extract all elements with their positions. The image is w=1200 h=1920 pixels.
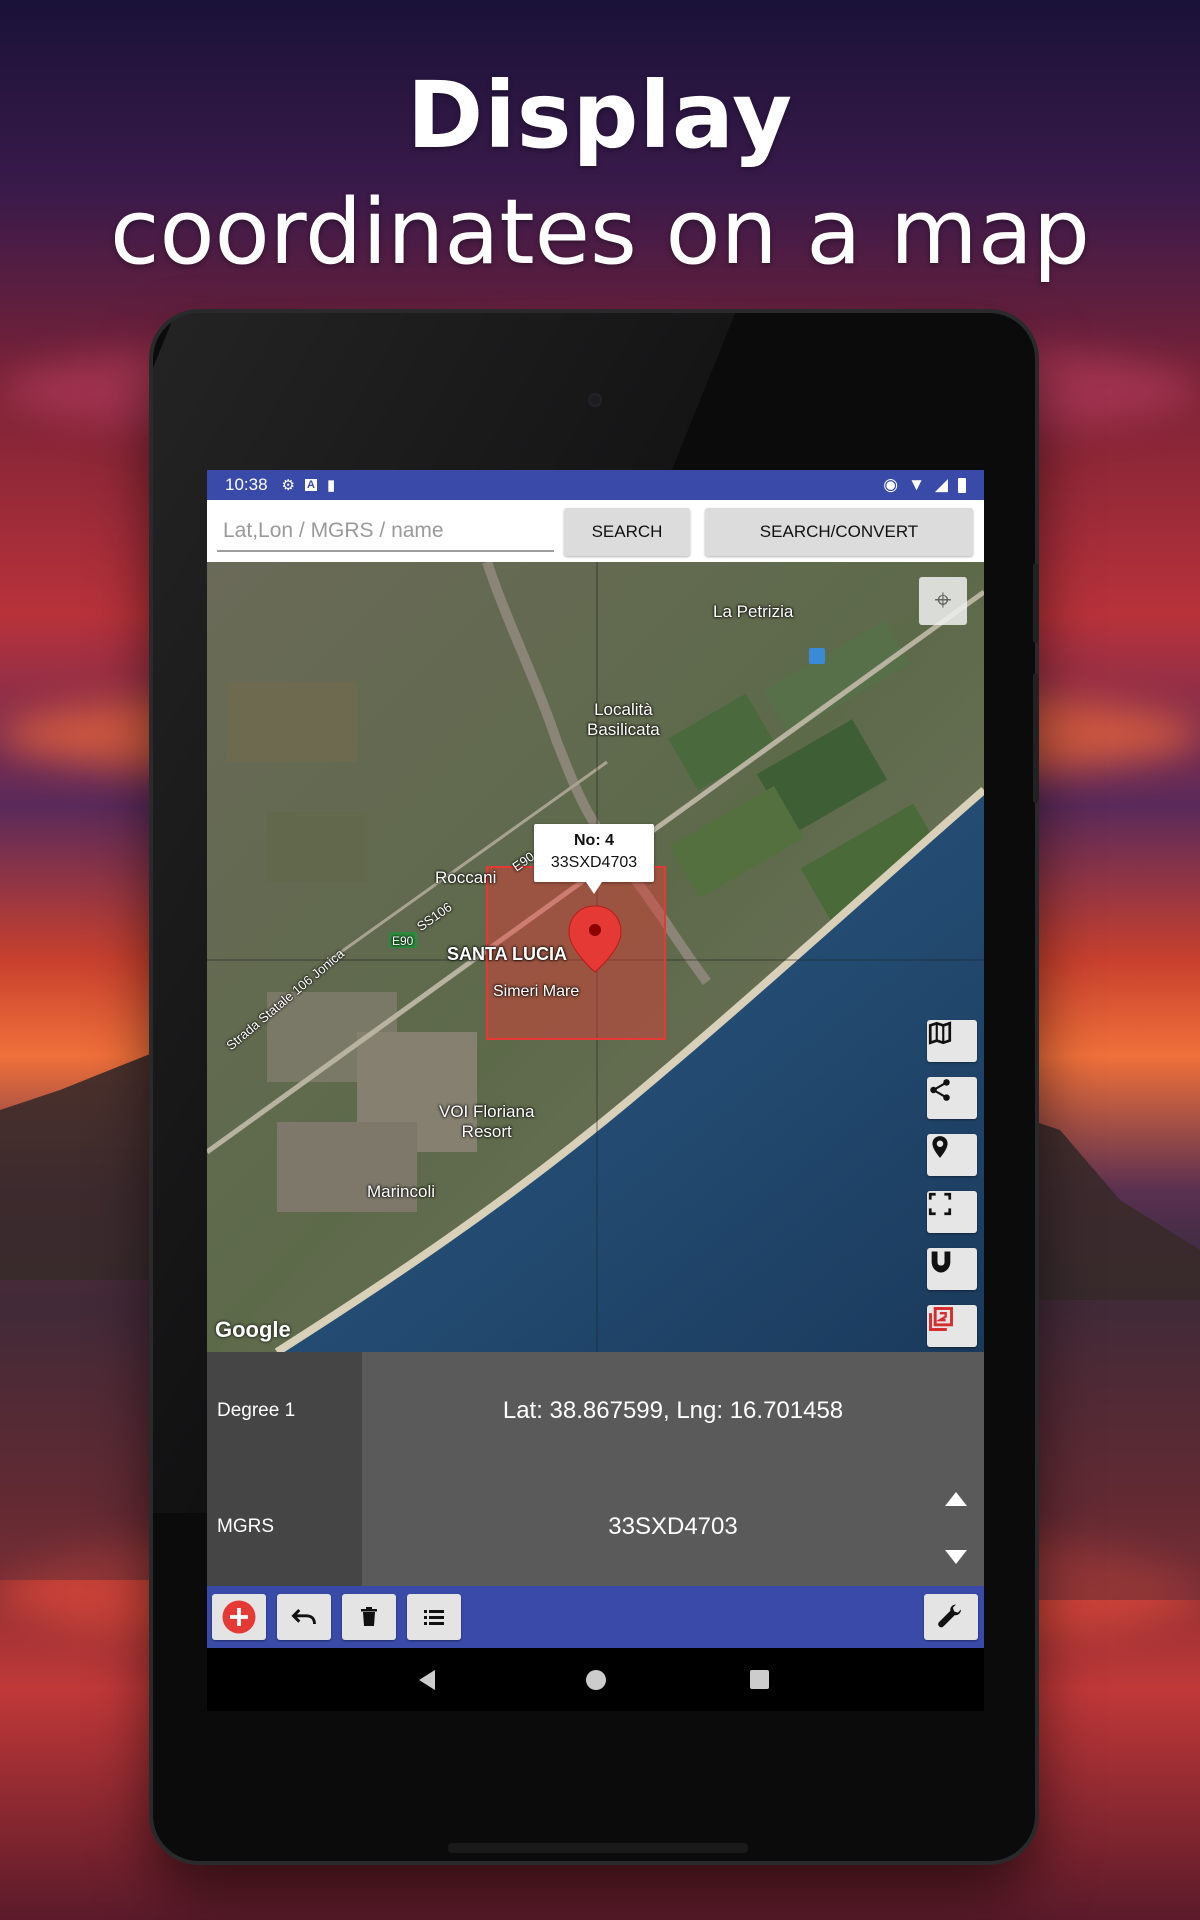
place-marker-icon — [932, 1136, 948, 1158]
degree-label: Degree 1 — [217, 1400, 296, 1421]
magnet-button[interactable] — [927, 1248, 977, 1290]
coordinate-label-column — [207, 1352, 362, 1586]
map-type-icon — [928, 1021, 952, 1045]
bottom-toolbar — [207, 1586, 984, 1648]
add-icon — [222, 1600, 256, 1634]
layers-button[interactable] — [927, 1305, 977, 1347]
marker-mgrs: 33SXD4703 — [550, 854, 638, 871]
front-camera — [588, 393, 602, 407]
coordinate-panel: Degree 1 Lat: 38.867599, Lng: 16.701458 … — [207, 1352, 984, 1586]
share-button[interactable] — [927, 1077, 977, 1119]
mgrs-value[interactable]: 33SXD4703 — [362, 1513, 984, 1541]
fullscreen-icon — [928, 1192, 952, 1216]
fullscreen-button[interactable] — [927, 1191, 977, 1233]
back-icon[interactable] — [419, 1670, 435, 1690]
list-icon — [424, 1610, 444, 1625]
my-location-button[interactable]: ⌖ — [919, 577, 967, 625]
place-santa-lucia: SANTA LUCIA — [447, 944, 567, 964]
place-marker-button[interactable] — [927, 1134, 977, 1176]
signal-icon: ◢ — [934, 475, 948, 494]
layers-icon — [929, 1307, 953, 1331]
home-icon[interactable] — [586, 1670, 606, 1690]
search-button[interactable]: SEARCH — [564, 508, 690, 556]
battery-icon — [958, 477, 966, 493]
wifi-icon: ▼ — [908, 475, 925, 494]
search-bar: SEARCH SEARCH/CONVERT — [207, 500, 984, 562]
road-e90-b: E90 — [392, 934, 414, 948]
status-time: 10:38 — [225, 475, 268, 494]
settings-icon: ⚙ — [281, 477, 295, 494]
app-screen: 10:38 ⚙ A ▮ ◉ ▼ ◢ SEARCH SEARCH/CONVERT — [207, 470, 984, 1711]
delete-button[interactable] — [342, 1594, 396, 1640]
magnet-icon — [931, 1251, 951, 1273]
scroll-down-arrow[interactable] — [945, 1550, 967, 1564]
undo-icon — [291, 1608, 316, 1625]
scroll-up-arrow[interactable] — [945, 1492, 967, 1506]
location-icon: ◉ — [883, 475, 899, 494]
marker-number: No: 4 — [574, 832, 614, 849]
mgrs-label: MGRS — [217, 1516, 274, 1537]
place-la-petrizia: La Petrizia — [713, 602, 794, 621]
a-icon: A — [305, 479, 317, 491]
marker-info-window[interactable]: No: 4 33SXD4703 — [534, 824, 654, 894]
place-roccani: Roccani — [435, 868, 497, 887]
volume-button — [1033, 673, 1039, 803]
list-button[interactable] — [407, 1594, 461, 1640]
map-type-button[interactable] — [927, 1020, 977, 1062]
settings-button[interactable] — [924, 1594, 978, 1640]
place-simeri-mare: Simeri Mare — [493, 983, 580, 1000]
search-input[interactable] — [217, 512, 554, 552]
place-marincoli: Marincoli — [367, 1182, 436, 1201]
place-localita-basilicata: Località Basilicata — [587, 700, 660, 739]
google-attribution: Google — [215, 1317, 291, 1342]
headline-title: Display — [406, 62, 794, 169]
headline-subtitle: coordinates on a map — [110, 180, 1090, 285]
add-button[interactable] — [212, 1594, 266, 1640]
system-nav-bar — [207, 1648, 984, 1711]
place-voi-floriana: VOI Floriana Resort — [439, 1102, 535, 1141]
share-icon — [930, 1079, 950, 1101]
my-location-icon: ⌖ — [934, 584, 952, 617]
power-button — [1033, 563, 1039, 643]
speaker-grille — [448, 1843, 748, 1853]
status-bar: 10:38 ⚙ A ▮ ◉ ▼ ◢ — [207, 470, 984, 500]
search-convert-button[interactable]: SEARCH/CONVERT — [705, 508, 973, 556]
delete-icon — [361, 1607, 377, 1626]
wrench-icon — [938, 1604, 961, 1628]
recents-icon[interactable] — [750, 1670, 769, 1689]
sd-card-icon: ▮ — [326, 477, 336, 494]
map-view[interactable]: La Petrizia Località Basilicata Roccani … — [207, 562, 984, 1352]
undo-button[interactable] — [277, 1594, 331, 1640]
degree-value[interactable]: Lat: 38.867599, Lng: 16.701458 — [362, 1397, 984, 1425]
